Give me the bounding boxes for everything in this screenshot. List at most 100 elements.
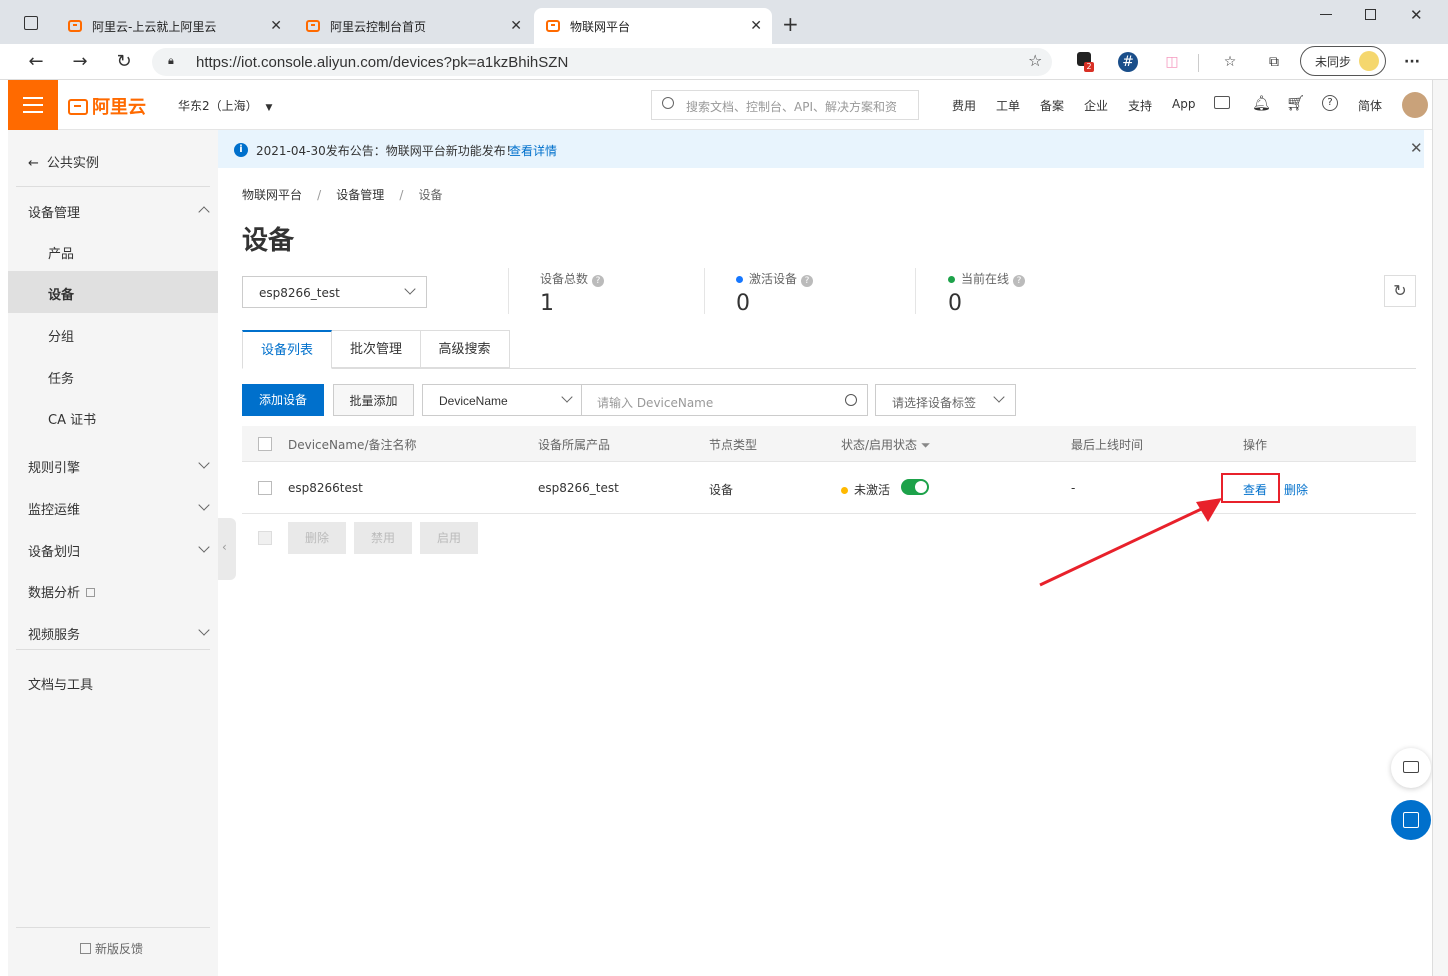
browser-tab-aliyun-home[interactable]: 阿里云-上云就上阿里云 ✕ [56, 8, 292, 44]
chevron-down-icon [561, 391, 573, 403]
bulk-disable-button[interactable]: 禁用 [354, 522, 412, 554]
close-tab-icon[interactable]: ✕ [510, 18, 522, 34]
filter-field-select[interactable]: DeviceName [422, 384, 582, 416]
filter-field-value: DeviceName [439, 394, 508, 408]
apps-button[interactable] [1391, 800, 1431, 840]
address-bar[interactable]: 🔒︎ https://iot.console.aliyun.com/device… [152, 48, 1052, 76]
enable-toggle[interactable] [901, 479, 929, 495]
back-arrow-icon[interactable]: ← [24, 50, 48, 74]
forward-arrow-icon[interactable]: → [68, 50, 92, 74]
delete-link[interactable]: 删除 [1284, 481, 1308, 498]
nav-ticket[interactable]: 工单 [996, 97, 1020, 114]
sidebar-item-groups[interactable]: 分组 [8, 313, 218, 355]
nav-support[interactable]: 支持 [1128, 97, 1152, 114]
nav-enterprise[interactable]: 企业 [1084, 97, 1108, 114]
bulk-delete-button[interactable]: 删除 [288, 522, 346, 554]
bulk-enable-button[interactable]: 启用 [420, 522, 478, 554]
avatar[interactable] [1402, 92, 1428, 118]
nav-app[interactable]: App [1172, 97, 1195, 111]
close-tab-icon[interactable]: ✕ [270, 18, 282, 34]
region-select[interactable]: 华东2（上海） ▼ [178, 97, 272, 114]
tab-title: 阿里云-上云就上阿里云 [92, 19, 217, 34]
favorites-icon[interactable]: ☆ [1220, 52, 1240, 72]
pink-extension-icon[interactable]: ◫ [1162, 52, 1182, 72]
sidebar-item-tasks[interactable]: 任务 [8, 355, 218, 397]
product-select[interactable]: esp8266_test [242, 276, 427, 308]
close-tab-icon[interactable]: ✕ [750, 18, 762, 34]
global-search-input[interactable]: 搜索文档、控制台、API、解决方案和资 [651, 90, 919, 120]
browser-tab-iot[interactable]: 物联网平台 ✕ [534, 8, 772, 44]
breadcrumb-item[interactable]: 物联网平台 [242, 188, 302, 202]
favorite-star-icon[interactable]: ☆ [1028, 51, 1042, 70]
column-header: 最后上线时间 [1071, 438, 1144, 452]
sidebar-item-ca-cert[interactable]: CA 证书 [8, 396, 218, 438]
new-tab-icon[interactable]: + [782, 12, 799, 36]
sidebar-item-devices[interactable]: 设备 [8, 271, 218, 313]
select-all-checkbox[interactable] [258, 437, 272, 451]
tab-device-list[interactable]: 设备列表 [242, 330, 332, 369]
tab-batch-management[interactable]: 批次管理 [332, 330, 421, 368]
extension-icon[interactable]: 2 [1074, 52, 1094, 72]
refresh-button[interactable]: ↻ [1384, 275, 1416, 307]
nav-billing[interactable]: 费用 [952, 97, 976, 114]
sidebar-back-link[interactable]: ← 公共实例 [8, 140, 218, 180]
sidebar-group-assignment[interactable]: 设备划归 [8, 529, 218, 569]
search-icon[interactable] [845, 394, 857, 406]
add-device-button[interactable]: 添加设备 [242, 384, 324, 416]
close-window-icon[interactable]: ✕ [1410, 6, 1423, 24]
nav-language[interactable]: 简体 [1358, 97, 1382, 114]
device-name-search-input[interactable]: 请输入 DeviceName [581, 384, 868, 416]
stat-value: 0 [948, 291, 962, 316]
chat-button[interactable] [1391, 748, 1431, 788]
browser-tab-console[interactable]: 阿里云控制台首页 ✕ [294, 8, 532, 44]
tab-advanced-search[interactable]: 高级搜索 [420, 330, 510, 368]
more-menu-icon[interactable]: ··· [1402, 52, 1422, 72]
sidebar-group-video[interactable]: 视频服务 [8, 612, 218, 652]
group-label: 数据分析 [28, 586, 81, 601]
aliyun-favicon-icon [306, 20, 320, 32]
hamburger-menu-icon[interactable] [8, 80, 58, 130]
cart-icon[interactable]: 🛒︎ [1286, 94, 1305, 112]
help-icon[interactable]: ? [592, 275, 605, 287]
terminal-icon[interactable] [1214, 96, 1230, 109]
announcement-link[interactable]: 查看详情 [509, 142, 557, 159]
collections-icon[interactable]: ⧉ [1264, 52, 1284, 72]
hashtag-extension-icon[interactable]: # [1118, 52, 1138, 72]
sidebar-item-docs-tools[interactable]: 文档与工具 [8, 662, 218, 702]
help-icon[interactable]: ? [801, 275, 814, 287]
sidebar-group-device-management[interactable]: 设备管理 [8, 190, 218, 230]
lock-icon[interactable]: 🔒︎ [168, 54, 179, 68]
close-icon[interactable]: ✕ [1410, 139, 1423, 157]
help-icon[interactable]: ? [1013, 275, 1026, 287]
view-link[interactable]: 查看 [1243, 481, 1267, 498]
nav-icp[interactable]: 备案 [1040, 97, 1064, 114]
minimize-icon[interactable] [1320, 14, 1332, 15]
tab-label: 设备列表 [260, 343, 313, 358]
sidebar-group-monitoring[interactable]: 监控运维 [8, 487, 218, 527]
bell-icon[interactable]: 🔔︎ [1252, 94, 1271, 112]
sidebar-group-rules[interactable]: 规则引擎 [8, 445, 218, 485]
chevron-left-icon: ‹ [222, 540, 227, 554]
feedback-icon [80, 943, 91, 954]
bulk-select-checkbox[interactable] [258, 531, 272, 545]
feedback-label: 新版反馈 [95, 942, 144, 956]
sync-profile-button[interactable]: 未同步 [1300, 46, 1386, 76]
sidebar-item-data-analysis[interactable]: 数据分析 [8, 570, 218, 610]
row-checkbox[interactable] [258, 481, 272, 495]
filter-funnel-icon[interactable]: ⏷ [921, 438, 931, 452]
maximize-icon[interactable] [1365, 9, 1376, 20]
feedback-link[interactable]: 新版反馈 [80, 940, 143, 957]
aliyun-logo[interactable]: 阿里云 [68, 93, 146, 119]
breadcrumb-item[interactable]: 设备管理 [336, 188, 384, 202]
tab-actions-icon[interactable] [24, 16, 38, 30]
sidebar-collapse-handle[interactable]: ‹ [218, 518, 236, 580]
stat-activated: 激活设备? 0 [736, 270, 814, 316]
help-icon[interactable]: ? [1322, 95, 1338, 111]
device-tag-select[interactable]: 请选择设备标签 [875, 384, 1016, 416]
reload-icon[interactable]: ↻ [112, 50, 136, 74]
url-text: https://iot.console.aliyun.com/devices?p… [196, 54, 569, 71]
stat-divider [508, 268, 509, 314]
device-name-link[interactable]: esp8266test [288, 481, 363, 495]
sidebar-item-products[interactable]: 产品 [8, 230, 218, 272]
batch-add-button[interactable]: 批量添加 [333, 384, 414, 416]
